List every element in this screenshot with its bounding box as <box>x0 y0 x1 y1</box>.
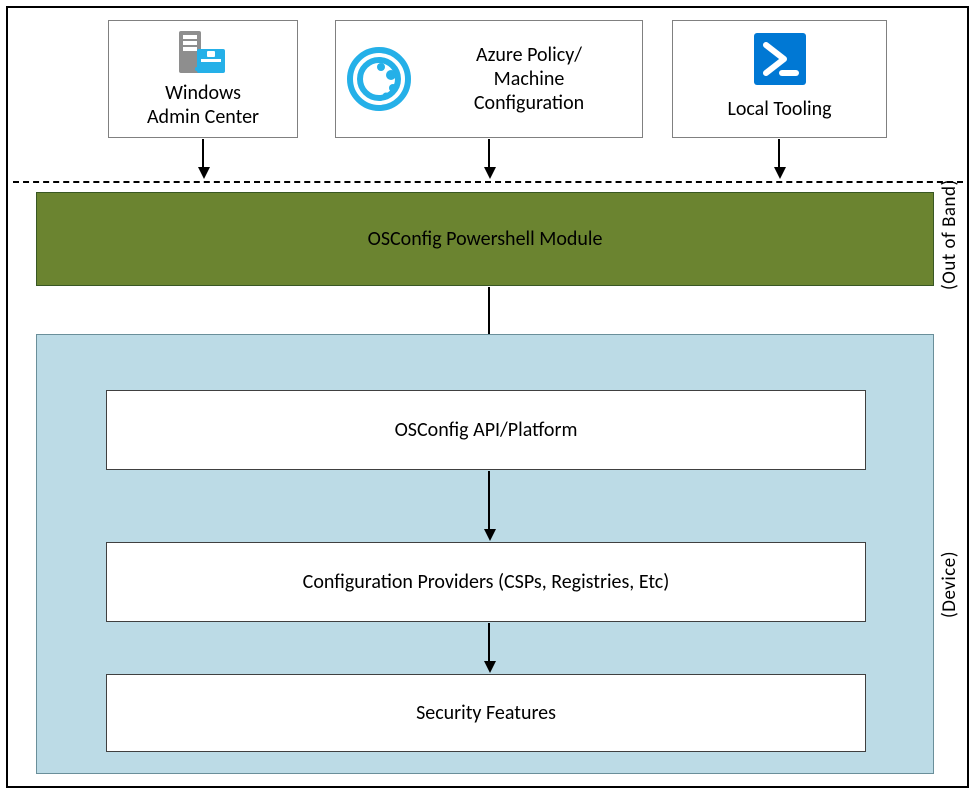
security-label: Security Features <box>416 701 556 725</box>
powershell-icon <box>752 31 808 87</box>
providers-label: Configuration Providers (CSPs, Registrie… <box>303 570 670 594</box>
arrow-head-azure <box>484 167 496 179</box>
ps-module-label: OSConfig Powershell Module <box>368 227 603 251</box>
arrow-providers-to-security <box>488 623 490 663</box>
box-local-tooling: Local Tooling <box>672 20 887 138</box>
box-security-features: Security Features <box>106 674 866 752</box>
dashed-divider <box>13 181 963 183</box>
arrow-head-providers-to-security <box>484 661 496 673</box>
arrow-head-local <box>774 167 786 179</box>
api-label: OSConfig API/Platform <box>395 418 578 442</box>
wac-label-2: Admin Center <box>147 105 259 129</box>
server-icon <box>173 29 233 77</box>
azure-label-2: Machine <box>426 67 632 91</box>
arrow-head-api-to-providers <box>484 529 496 541</box>
diagram-frame: Windows Admin Center Azure Policy/ Machi… <box>6 6 969 788</box>
box-osconfig-powershell-module: OSConfig Powershell Module <box>36 192 934 286</box>
wac-label-1: Windows <box>147 81 259 105</box>
arrow-head-wac <box>198 167 210 179</box>
label-out-of-band: (Out of Band) <box>938 190 961 290</box>
box-osconfig-api: OSConfig API/Platform <box>106 390 866 470</box>
arrow-wac-down <box>202 139 204 169</box>
box-configuration-providers: Configuration Providers (CSPs, Registrie… <box>106 542 866 622</box>
label-device: (Device) <box>938 498 961 618</box>
arrow-azure-down <box>488 139 490 169</box>
azure-label-3: Configuration <box>426 91 632 115</box>
azure-policy-icon <box>346 46 412 112</box>
arrow-api-to-providers <box>488 471 490 531</box>
local-label: Local Tooling <box>727 97 831 121</box>
azure-label-1: Azure Policy/ <box>426 43 632 67</box>
box-azure-policy: Azure Policy/ Machine Configuration <box>335 20 643 138</box>
arrow-local-down <box>778 139 780 169</box>
box-windows-admin-center: Windows Admin Center <box>108 20 298 138</box>
